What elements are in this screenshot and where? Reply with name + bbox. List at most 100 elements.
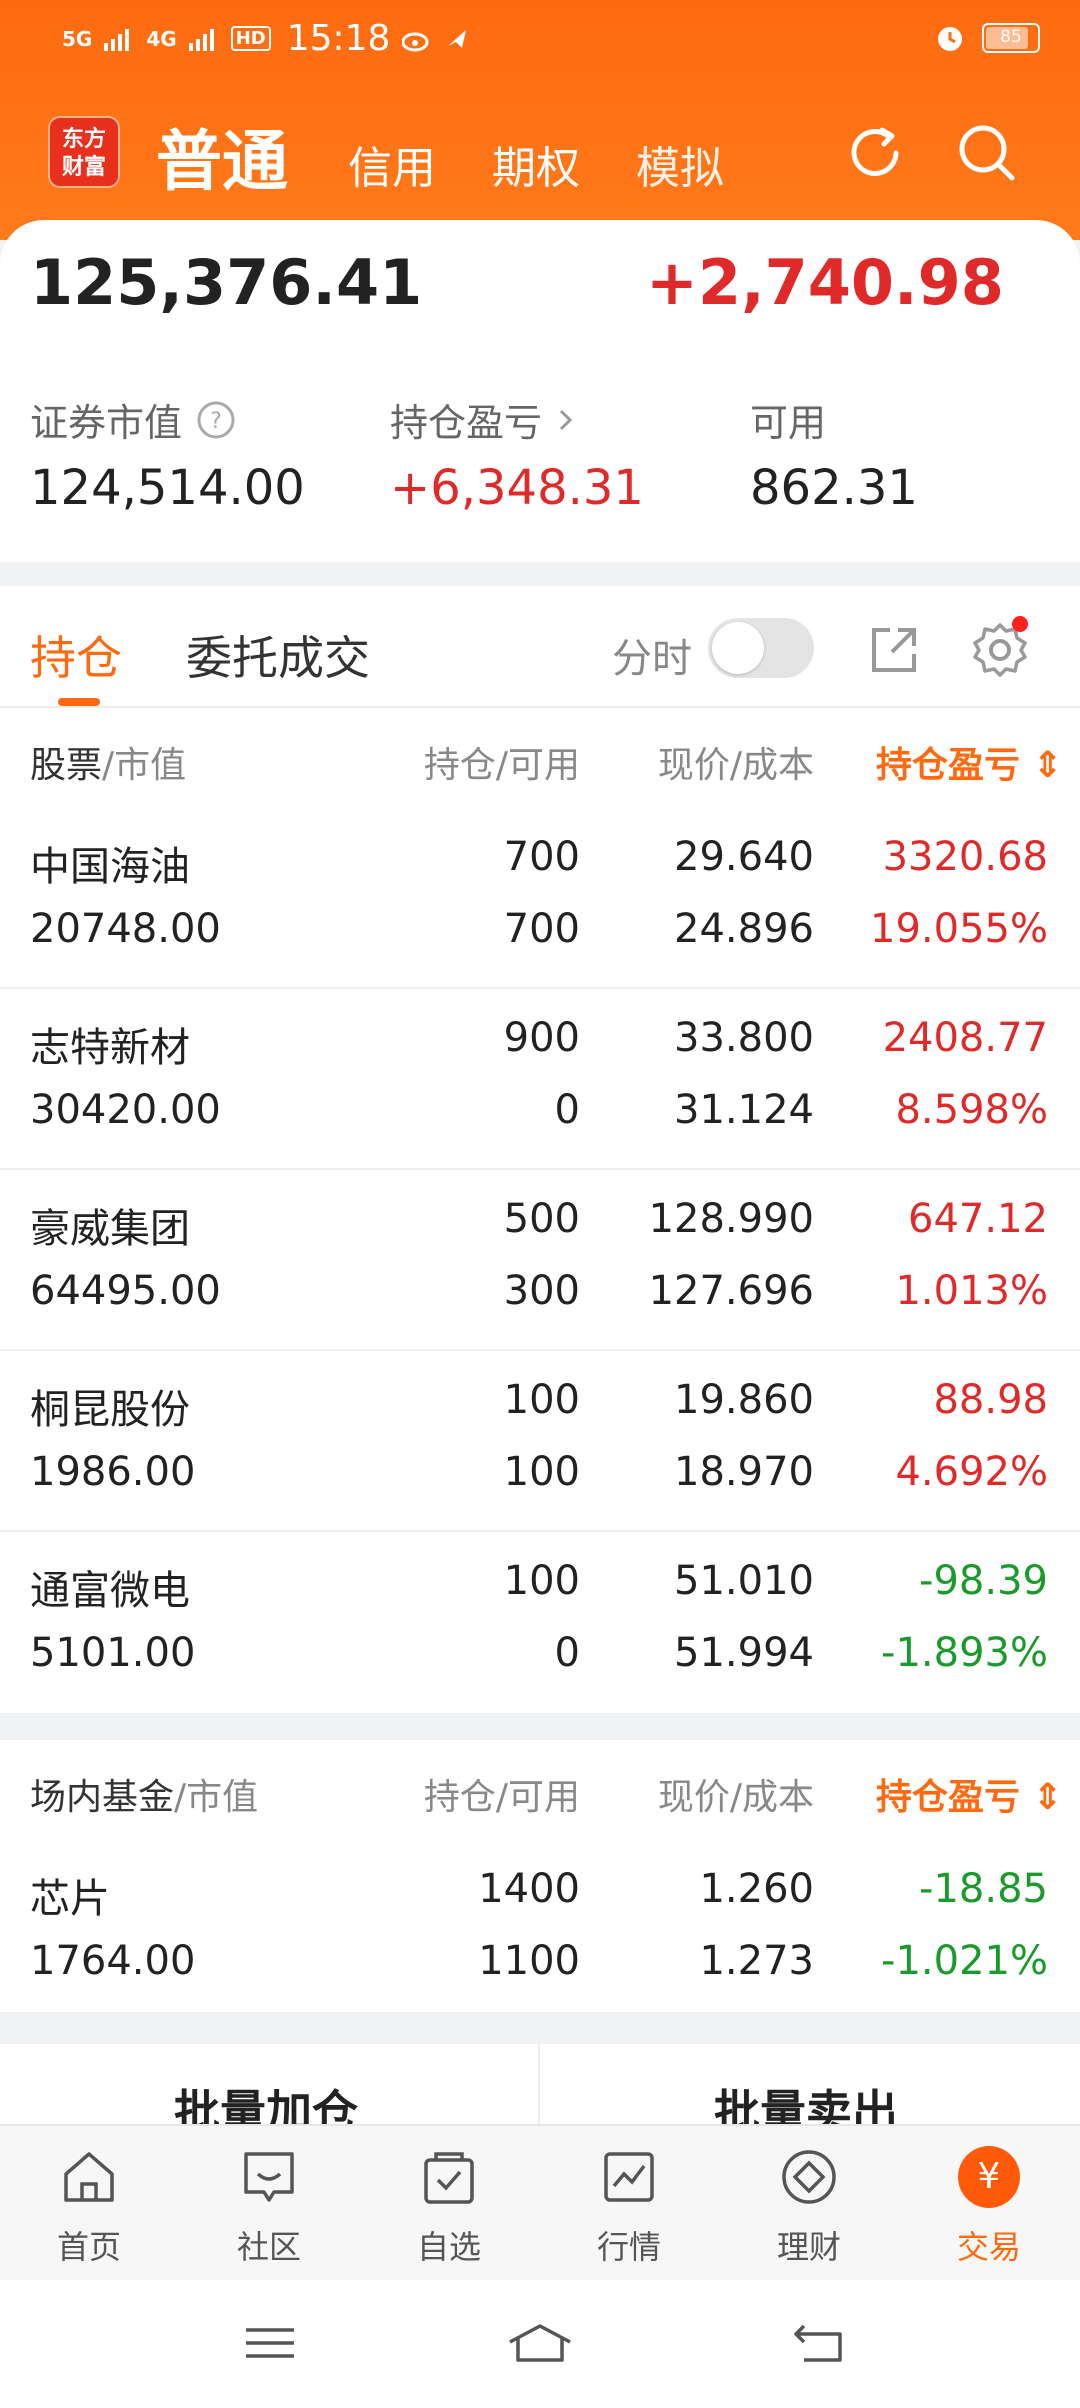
holding-pl: 88.98: [933, 1377, 1048, 1423]
holding-pl: -18.85: [919, 1866, 1048, 1912]
app-header: 5G 4G HD 15:18 85 东方 财富 普通 信用 期权 模拟: [0, 0, 1080, 240]
batch-actions: 批量加仓 批量卖出: [0, 2044, 1080, 2124]
signal-bars-icon: [188, 28, 214, 51]
bottom-nav: 首页 社区 自选 行情 理财 ¥ 交易: [0, 2124, 1080, 2280]
diamond-icon: [782, 2150, 836, 2204]
hd-badge: HD: [230, 26, 271, 51]
fenshi-toggle[interactable]: [708, 618, 814, 678]
tab-orders[interactable]: 委托成交: [186, 622, 370, 688]
share-icon[interactable]: [864, 620, 924, 680]
mode-tab-simulated[interactable]: 模拟: [636, 132, 724, 196]
today-pl: +2,740.98: [646, 246, 1004, 319]
signal-5g: 5G: [62, 26, 93, 51]
holding-cost: 127.696: [648, 1268, 814, 1314]
holding-market-value: 30420.00: [30, 1087, 221, 1133]
holding-row[interactable]: 桐昆股份 1986.00 100 100 19.860 18.970 88.98 4.692%: [0, 1351, 1080, 1532]
svg-text:?: ?: [210, 409, 222, 434]
sort-pl-button[interactable]: 持仓盈亏 ⇕: [876, 736, 1063, 788]
holding-name: 桐昆股份: [30, 1387, 190, 1433]
nav-watchlist[interactable]: 自选: [384, 2146, 514, 2268]
fund-holdings-list: 场内基金/市值 持仓/可用 现价/成本 持仓盈亏 ⇕ 芯片 1764.00 1400…: [0, 1740, 1080, 2012]
nav-home[interactable]: 首页: [24, 2146, 154, 2268]
status-time: 15:18: [286, 18, 391, 59]
holding-market-value: 64495.00: [30, 1268, 221, 1314]
account-summary: 125,376.41 +2,740.98 证券市值 ? 124,514.00 持…: [0, 220, 1080, 562]
tab-underline: [58, 698, 100, 706]
holding-available: 700: [503, 906, 580, 952]
holding-cost: 51.994: [674, 1630, 814, 1676]
yuan-icon: ¥: [958, 2146, 1020, 2208]
fund-list-header: 场内基金/市值 持仓/可用 现价/成本 持仓盈亏 ⇕: [0, 1740, 1080, 1840]
holding-name: 芯片: [30, 1876, 110, 1922]
holding-price: 19.860: [674, 1377, 814, 1423]
holding-name: 通富微电: [30, 1568, 190, 1614]
mode-tab-normal[interactable]: 普通: [156, 108, 288, 204]
refresh-icon[interactable]: [842, 120, 908, 186]
holding-price: 29.640: [674, 834, 814, 880]
holding-name: 中国海油: [30, 844, 190, 890]
sort-fund-pl-button[interactable]: 持仓盈亏 ⇕: [876, 1768, 1063, 1820]
alarm-icon: [938, 27, 962, 51]
holding-pl: 2408.77: [882, 1015, 1048, 1061]
home-button-icon[interactable]: [504, 2318, 576, 2368]
available-label: 可用: [750, 401, 827, 445]
holding-qty: 700: [503, 834, 580, 880]
help-icon[interactable]: ?: [196, 400, 236, 440]
market-value-label: 证券市值 ?: [30, 392, 236, 447]
holding-pl: 647.12: [908, 1196, 1048, 1242]
holding-pl-label[interactable]: 持仓盈亏: [390, 392, 576, 447]
holding-cost: 18.970: [674, 1449, 814, 1495]
holding-qty: 500: [503, 1196, 580, 1242]
total-assets: 125,376.41: [30, 246, 423, 319]
watchlist-icon: [424, 2152, 474, 2204]
nav-market[interactable]: 行情: [564, 2146, 694, 2268]
fenshi-label: 分时: [612, 636, 692, 682]
nav-trade[interactable]: ¥ 交易: [924, 2146, 1054, 2268]
search-icon[interactable]: [954, 120, 1020, 186]
holding-price: 1.260: [699, 1866, 814, 1912]
holding-pl-pct: -1.893%: [881, 1630, 1048, 1676]
holding-pl: -98.39: [919, 1558, 1048, 1604]
holding-price: 33.800: [674, 1015, 814, 1061]
weibo-icon: [402, 32, 429, 51]
holding-market-value: 20748.00: [30, 906, 221, 952]
holding-price: 51.010: [674, 1558, 814, 1604]
tab-holdings[interactable]: 持仓: [30, 622, 122, 688]
holding-cost: 24.896: [674, 906, 814, 952]
holding-market-value: 1986.00: [30, 1449, 196, 1495]
holding-cost: 31.124: [674, 1087, 814, 1133]
holding-available: 300: [503, 1268, 580, 1314]
mode-tab-options[interactable]: 期权: [492, 132, 580, 196]
holding-qty: 1400: [478, 1866, 580, 1912]
holding-available: 0: [554, 1630, 580, 1676]
holding-pl: 3320.68: [882, 834, 1048, 880]
system-nav-bar: [0, 2280, 1080, 2408]
home-icon: [64, 2152, 114, 2202]
holding-name: 志特新材: [30, 1025, 190, 1071]
holding-name: 豪威集团: [30, 1206, 190, 1252]
status-bar: 5G 4G HD 15:18 85: [0, 0, 1080, 84]
holding-pl-pct: 4.692%: [895, 1449, 1048, 1495]
holding-price: 128.990: [648, 1196, 814, 1242]
holding-row[interactable]: 豪威集团 64495.00 500 300 128.990 127.696 647.12 1.…: [0, 1170, 1080, 1351]
holding-available: 0: [554, 1087, 580, 1133]
batch-sell-button[interactable]: 批量卖出: [714, 2076, 898, 2124]
notification-icon: [448, 29, 467, 48]
holding-row[interactable]: 芯片 1764.00 1400 1100 1.260 1.273 -18.85 -1.021%: [0, 1840, 1080, 2021]
mode-tab-credit[interactable]: 信用: [348, 132, 436, 196]
chart-icon: [604, 2152, 654, 2202]
holding-row[interactable]: 志特新材 30420.00 900 0 33.800 31.124 2408.77 8.598…: [0, 989, 1080, 1170]
batch-add-button[interactable]: 批量加仓: [174, 2076, 358, 2124]
holding-row[interactable]: 通富微电 5101.00 100 0 51.010 51.994 -98.39 -1.893%: [0, 1532, 1080, 1713]
battery-icon: 85: [982, 23, 1040, 53]
holding-market-value: 1764.00: [30, 1938, 196, 1984]
holding-row[interactable]: 中国海油 20748.00 700 700 29.640 24.896 3320.68 19.…: [0, 808, 1080, 989]
nav-wealth[interactable]: 理财: [744, 2146, 874, 2268]
app-logo: 东方 财富: [48, 116, 120, 188]
nav-community[interactable]: 社区: [204, 2146, 334, 2268]
holding-qty: 100: [503, 1558, 580, 1604]
market-value: 124,514.00: [30, 460, 305, 516]
menu-icon[interactable]: [240, 2318, 300, 2368]
holding-pl-pct: 1.013%: [895, 1268, 1048, 1314]
back-icon[interactable]: [790, 2318, 850, 2368]
